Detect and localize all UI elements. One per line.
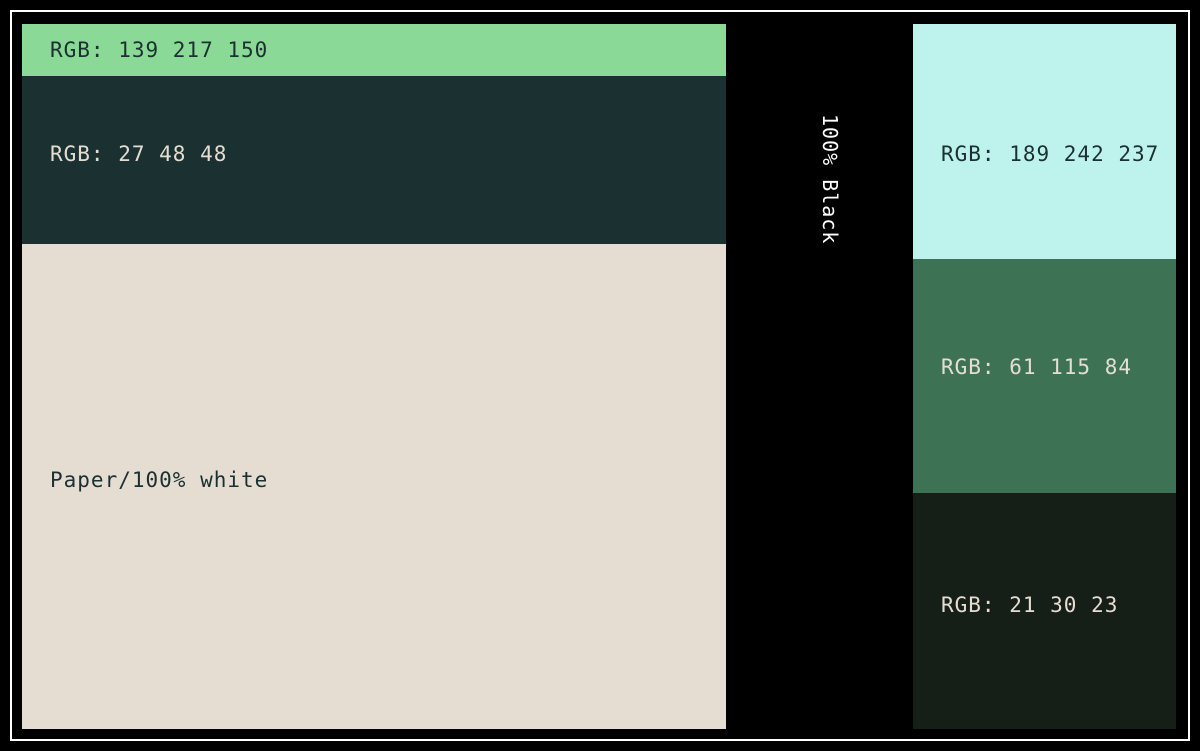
swatch-label: RGB: 21 30 23 — [941, 593, 1119, 617]
swatch-label: RGB: 189 242 237 — [941, 142, 1160, 166]
swatch-paper: Paper/100% white — [22, 244, 726, 729]
swatch-label: RGB: 139 217 150 — [50, 38, 269, 62]
swatch-dark-teal: RGB: 27 48 48 — [22, 76, 726, 244]
swatch-label: RGB: 61 115 84 — [941, 355, 1133, 379]
palette-frame: RGB: 139 217 150 RGB: 27 48 48 Paper/100… — [10, 10, 1190, 741]
swatch-dark-green: RGB: 21 30 23 — [913, 493, 1176, 729]
swatch-label: RGB: 27 48 48 — [50, 142, 228, 166]
swatch-label: Paper/100% white — [50, 468, 269, 492]
swatch-forest: RGB: 61 115 84 — [913, 259, 1176, 493]
swatch-black-label: 100% Black — [818, 114, 842, 245]
swatch-mint: RGB: 189 242 237 — [913, 24, 1176, 259]
swatch-light-green: RGB: 139 217 150 — [22, 24, 726, 76]
